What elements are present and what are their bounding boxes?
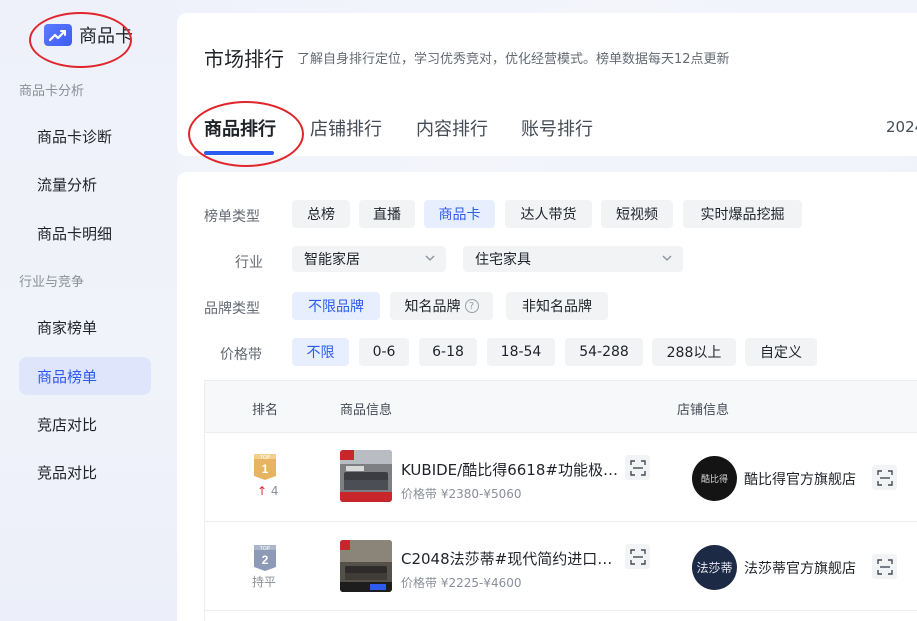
sidebar-item-product-compare[interactable]: 竞品对比 — [19, 453, 151, 491]
tab-content-rank[interactable]: 内容排行 — [416, 115, 488, 141]
chip-brand-any[interactable]: 不限品牌 — [292, 292, 380, 320]
rank-change: ↑ 4 — [257, 484, 279, 498]
sidebar-item-diagnosis[interactable]: 商品卡诊断 — [19, 117, 151, 155]
shop-name[interactable]: 法莎蒂官方旗舰店 — [744, 558, 856, 578]
filter-label-list-type: 榜单类型 — [204, 209, 260, 225]
rank-number: 2 — [262, 553, 269, 567]
rank-change-value: 4 — [270, 484, 279, 498]
chip-list-realtime-hot[interactable]: 实时爆品挖掘 — [683, 200, 802, 228]
rank-number: 1 — [262, 462, 269, 476]
scan-icon — [876, 469, 893, 486]
rank-badge-top: TOP — [260, 455, 271, 461]
scan-button[interactable] — [872, 465, 897, 490]
industry-select-secondary[interactable]: 住宅家具 — [463, 246, 683, 272]
rank-1-badge-icon: TOP 1 — [254, 454, 276, 480]
industry-select-primary[interactable]: 智能家居 — [292, 246, 446, 272]
sidebar-item-shop-compare[interactable]: 竞店对比 — [19, 405, 151, 443]
table-header: 排名 商品信息 店铺信息 — [205, 381, 917, 433]
scan-icon — [876, 558, 893, 575]
column-header-rank: 排名 — [252, 403, 279, 418]
chip-price-18-54[interactable]: 18-54 — [487, 338, 555, 366]
product-title[interactable]: KUBIDE/酷比得6618#功能极简沙发 — [401, 459, 619, 480]
arrow-up-icon: ↑ — [257, 484, 268, 498]
shop-name[interactable]: 酷比得官方旗舰店 — [744, 469, 856, 489]
chip-list-short-video[interactable]: 短视频 — [601, 200, 673, 228]
page-subtitle: 了解自身排行定位，学习优秀竞对，优化经营模式。榜单数据每天12点更新 — [297, 52, 730, 67]
sidebar-item-product-list[interactable]: 商品榜单 — [19, 357, 151, 395]
product-price: 价格带 ¥2380-¥5060 — [401, 485, 522, 502]
chip-brand-unknown[interactable]: 非知名品牌 — [506, 292, 608, 320]
sidebar-item-details[interactable]: 商品卡明细 — [19, 214, 151, 252]
table-row[interactable]: TOP 1 ↑ 4 KUBIDE/酷比得6618#功能极简沙发 — [205, 433, 917, 522]
rank-2-badge-icon: TOP 2 — [254, 545, 276, 571]
sidebar-item-merchant-list[interactable]: 商家榜单 — [19, 308, 151, 346]
chip-list-influencer[interactable]: 达人带货 — [505, 200, 592, 228]
chip-list-total[interactable]: 总榜 — [292, 200, 350, 228]
trend-chart-icon — [44, 24, 72, 46]
sidebar: 商品卡 商品卡分析 商品卡诊断 流量分析 商品卡明细 行业与竞争 商家榜单 商品… — [0, 0, 177, 621]
column-header-shop: 店铺信息 — [677, 403, 730, 418]
industry-select-primary-value: 智能家居 — [304, 252, 360, 268]
price-value: ¥2225-¥4600 — [440, 576, 522, 590]
date-picker[interactable]: 2024 — [886, 118, 917, 136]
shop-avatar[interactable]: 酷比得 — [692, 456, 737, 501]
chip-price-any[interactable]: 不限 — [292, 338, 349, 366]
scan-button[interactable] — [872, 554, 897, 579]
scan-icon — [629, 459, 646, 476]
logo-text: 商品卡 — [79, 26, 133, 47]
header-card: 市场排行 了解自身排行定位，学习优秀竞对，优化经营模式。榜单数据每天12点更新 … — [177, 13, 917, 167]
tab-product-rank[interactable]: 商品排行 — [204, 115, 276, 141]
column-header-product: 商品信息 — [340, 403, 393, 418]
filter-label-price-band: 价格带 — [220, 347, 262, 363]
chip-brand-known[interactable]: 知名品牌 ? — [390, 292, 493, 320]
active-tab-indicator — [204, 151, 274, 155]
rank-change-value: 持平 — [252, 575, 277, 589]
chevron-down-icon — [661, 252, 673, 268]
shop-avatar[interactable]: 法莎蒂 — [692, 545, 737, 590]
price-label: 价格带 — [401, 487, 438, 501]
ranking-table: 排名 商品信息 店铺信息 TOP 1 ↑ 4 KUBIDE/酷比得6618#功能… — [204, 380, 917, 621]
product-thumbnail[interactable] — [340, 540, 392, 592]
section-title-analysis: 商品卡分析 — [19, 84, 85, 99]
industry-select-secondary-value: 住宅家具 — [475, 252, 531, 268]
tab-shop-rank[interactable]: 店铺排行 — [310, 115, 382, 141]
page-title: 市场排行 — [204, 47, 284, 71]
chip-list-product-card[interactable]: 商品卡 — [424, 200, 495, 228]
main-card: 榜单类型 总榜 直播 商品卡 达人带货 短视频 实时爆品挖掘 行业 智能家居 住… — [177, 172, 917, 621]
chip-price-54-288[interactable]: 54-288 — [565, 338, 643, 366]
price-label: 价格带 — [401, 576, 438, 590]
chip-price-custom[interactable]: 自定义 — [745, 338, 817, 366]
product-price: 价格带 ¥2225-¥4600 — [401, 574, 522, 591]
scan-button[interactable] — [625, 544, 650, 569]
chip-price-6-18[interactable]: 6-18 — [419, 338, 477, 366]
chip-list-live[interactable]: 直播 — [359, 200, 415, 228]
product-title[interactable]: C2048法莎蒂#现代简约进口真皮沙发 — [401, 548, 619, 569]
product-thumbnail[interactable] — [340, 450, 392, 502]
rank-badge-top: TOP — [260, 546, 271, 552]
filter-label-brand-type: 品牌类型 — [204, 301, 260, 317]
tab-account-rank[interactable]: 账号排行 — [521, 115, 593, 141]
table-row[interactable]: TOP 2 持平 C2048法莎蒂#现代简约进口真皮沙发 价格带 — [205, 522, 917, 611]
chip-price-0-6[interactable]: 0-6 — [359, 338, 409, 366]
chevron-down-icon — [424, 252, 436, 268]
price-value: ¥2380-¥5060 — [440, 487, 522, 501]
scan-icon — [629, 548, 646, 565]
sidebar-item-traffic[interactable]: 流量分析 — [19, 165, 151, 203]
rank-change: 持平 — [252, 573, 276, 590]
chip-brand-known-label: 知名品牌 — [404, 299, 461, 315]
section-title-industry: 行业与竞争 — [19, 275, 85, 290]
logo[interactable]: 商品卡 — [44, 22, 133, 48]
help-icon[interactable]: ? — [464, 299, 479, 313]
scan-button[interactable] — [625, 455, 650, 480]
chip-price-288-plus[interactable]: 288以上 — [652, 338, 736, 366]
filter-label-industry: 行业 — [235, 255, 263, 271]
